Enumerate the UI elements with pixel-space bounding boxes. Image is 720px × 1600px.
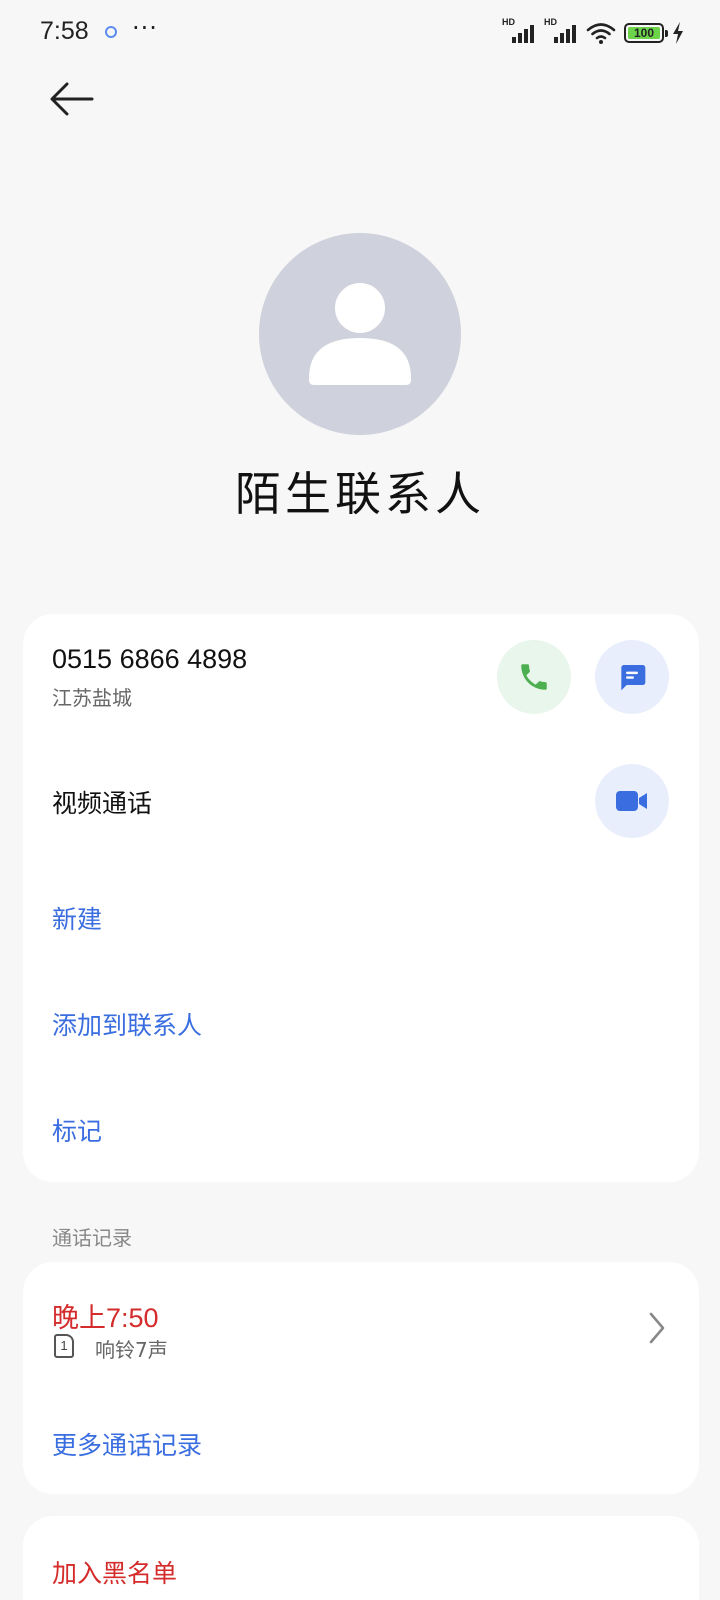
signal-icon: HD: [544, 17, 578, 45]
message-button[interactable]: [595, 640, 669, 714]
signal-icon: HD: [502, 17, 536, 45]
add-to-blacklist-button[interactable]: 加入黑名单: [52, 1554, 177, 1590]
add-to-contacts-link[interactable]: 添加到联系人: [52, 1006, 202, 1042]
contact-actions-card: 0515 6866 4898 江苏盐城 视频通话 新建 添加到联系人 标记: [23, 614, 699, 1182]
block-card: 加入黑名单: [23, 1516, 699, 1600]
chevron-right-icon: [649, 1312, 665, 1344]
status-time: 7:58: [40, 17, 89, 45]
battery-icon: 100: [624, 23, 668, 43]
call-log-time: 晚上7:50: [52, 1303, 159, 1333]
more-call-logs-link[interactable]: 更多通话记录: [52, 1426, 202, 1462]
call-button[interactable]: [497, 640, 571, 714]
call-log-detail: 响铃7声: [95, 1338, 168, 1362]
battery-level: 100: [633, 26, 655, 40]
phone-location: 江苏盐城: [52, 686, 132, 710]
back-button[interactable]: [44, 74, 100, 124]
call-log-card: 晚上7:50 1 响铃7声 更多通话记录: [23, 1262, 699, 1494]
status-more: ···: [132, 14, 158, 42]
notification-dot-icon: [105, 26, 117, 38]
video-camera-icon: [616, 791, 647, 811]
person-icon: [309, 283, 411, 385]
back-arrow-icon: [50, 82, 94, 116]
contact-name: 陌生联系人: [235, 467, 485, 521]
phone-number[interactable]: 0515 6866 4898: [52, 644, 247, 675]
message-icon: [621, 665, 646, 691]
status-bar: 7:58 ··· HD HD 100: [0, 0, 720, 66]
mark-link[interactable]: 标记: [52, 1112, 102, 1148]
sim-card-icon: 1: [54, 1334, 74, 1358]
video-call-label: 视频通话: [52, 789, 153, 818]
avatar: [259, 233, 461, 435]
phone-icon: [521, 664, 547, 690]
call-log-section-title: 通话记录: [52, 1226, 132, 1250]
wifi-icon: [586, 23, 616, 44]
new-contact-link[interactable]: 新建: [52, 900, 102, 936]
video-call-button[interactable]: [595, 764, 669, 838]
hd-label: HD: [544, 17, 557, 27]
hd-label: HD: [502, 17, 515, 27]
status-indicators: HD HD 100: [502, 17, 684, 46]
charging-icon: [673, 22, 683, 44]
